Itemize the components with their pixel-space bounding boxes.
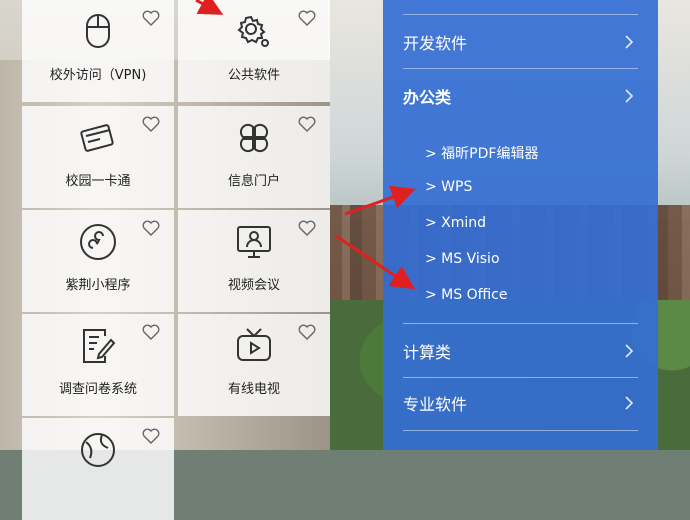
tile-label: 有线电视 (227, 382, 280, 397)
submenu-item-foxit-pdf[interactable]: > 福昕PDF编辑器 (425, 143, 538, 163)
card-icon (78, 118, 118, 158)
tile-partial[interactable] (22, 418, 174, 520)
video-meeting-icon (234, 222, 274, 262)
favorite-heart-icon[interactable] (142, 116, 160, 132)
menu-divider (403, 430, 638, 431)
globe-icon (78, 430, 118, 470)
menu-item-label: 计算类 (403, 343, 452, 362)
menu-item-label: 开发软件 (403, 34, 468, 53)
submenu-item-ms-visio[interactable]: > MS Visio (425, 251, 500, 267)
favorite-heart-icon[interactable] (298, 10, 316, 26)
tile-label: 校园一卡通 (65, 174, 131, 189)
clover-icon (234, 118, 274, 158)
tile-mini-program[interactable]: 紫荆小程序 (22, 210, 174, 312)
menu-divider (403, 68, 638, 69)
menu-item-label: 办公类 (403, 88, 452, 107)
tile-info-portal[interactable]: 信息门户 (178, 106, 330, 208)
menu-item-computing[interactable]: 计算类 (403, 325, 638, 377)
submenu-item-xmind[interactable]: > Xmind (425, 215, 486, 231)
favorite-heart-icon[interactable] (142, 324, 160, 340)
tile-label: 调查问卷系统 (58, 382, 137, 397)
menu-item-dev-software[interactable]: 开发软件 (403, 16, 638, 68)
survey-icon (78, 326, 118, 366)
gear-icon (234, 12, 274, 52)
mini-program-icon (78, 222, 118, 262)
submenu-item-wps[interactable]: > WPS (425, 179, 472, 195)
service-tile-grid: 校外访问（VPN) 公共软件 校园一卡通 信息门户 紫荆小程序 视频会议 调查问… (22, 0, 330, 520)
tv-icon (234, 326, 274, 366)
tile-label: 校外访问（VPN) (49, 68, 147, 83)
tile-campus-card[interactable]: 校园一卡通 (22, 106, 174, 208)
tile-label: 紫荆小程序 (65, 278, 131, 293)
mouse-icon (78, 12, 118, 52)
tile-public-software[interactable]: 公共软件 (178, 0, 330, 102)
favorite-heart-icon[interactable] (142, 428, 160, 444)
chevron-right-icon (625, 35, 634, 49)
tile-vpn[interactable]: 校外访问（VPN) (22, 0, 174, 102)
software-category-menu: 开发软件 办公类 > 福昕PDF编辑器 > WPS > Xmind > MS V… (383, 0, 658, 450)
tile-label: 信息门户 (227, 174, 280, 189)
favorite-heart-icon[interactable] (298, 116, 316, 132)
favorite-heart-icon[interactable] (142, 10, 160, 26)
submenu-item-ms-office[interactable]: > MS Office (425, 287, 507, 303)
favorite-heart-icon[interactable] (142, 220, 160, 236)
chevron-right-icon (625, 89, 634, 103)
tile-video-meeting[interactable]: 视频会议 (178, 210, 330, 312)
tile-label: 视频会议 (227, 278, 280, 293)
favorite-heart-icon[interactable] (298, 324, 316, 340)
menu-item-office[interactable]: 办公类 (403, 70, 638, 122)
menu-divider (403, 14, 638, 15)
chevron-right-icon (625, 344, 634, 358)
favorite-heart-icon[interactable] (298, 220, 316, 236)
tile-cable-tv[interactable]: 有线电视 (178, 314, 330, 416)
menu-divider (403, 323, 638, 324)
tile-survey[interactable]: 调查问卷系统 (22, 314, 174, 416)
menu-item-label: 专业软件 (403, 395, 468, 414)
chevron-right-icon (625, 396, 634, 410)
menu-item-professional[interactable]: 专业软件 (403, 377, 638, 429)
tile-label: 公共软件 (227, 68, 280, 83)
